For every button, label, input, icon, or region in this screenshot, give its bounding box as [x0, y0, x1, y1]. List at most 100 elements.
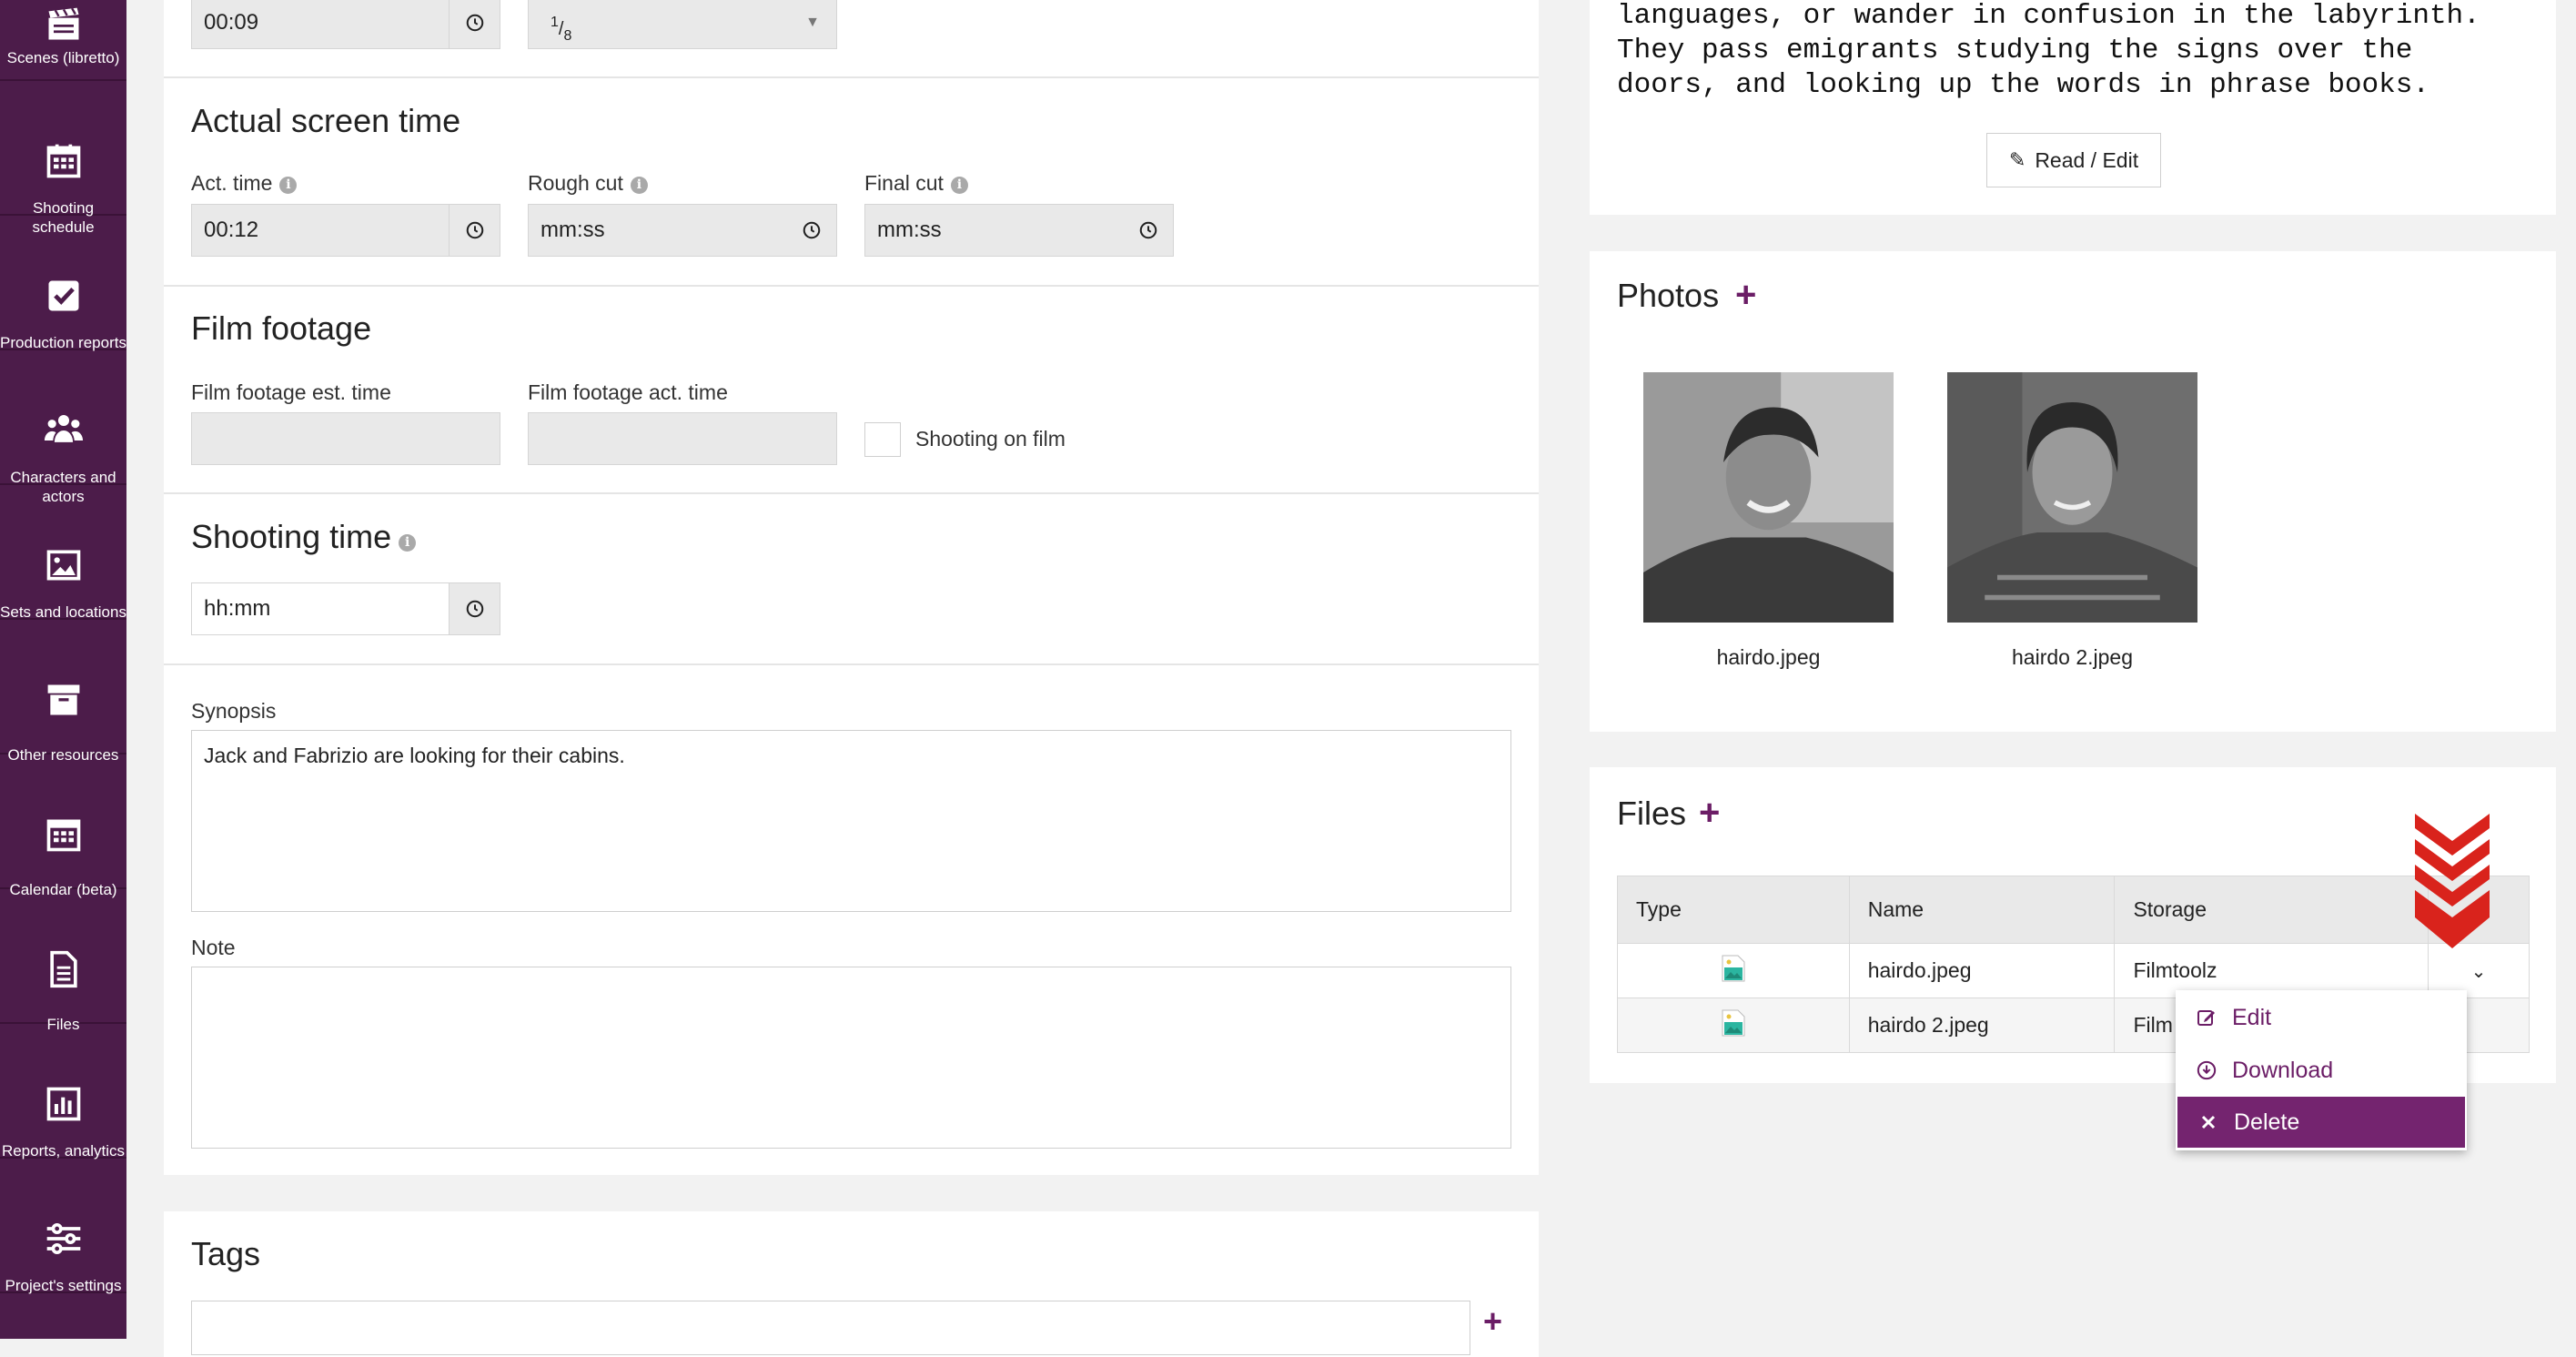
column-header-name[interactable]: Name	[1848, 876, 2116, 944]
rough-cut-input[interactable]: mm:ss	[528, 204, 837, 257]
column-header-storage[interactable]: Storage	[2114, 876, 2430, 944]
synopsis-label: Synopsis	[191, 699, 277, 723]
final-cut-input[interactable]: mm:ss	[864, 204, 1174, 257]
caret-down-icon: ▼	[805, 15, 820, 30]
read-edit-label: Read / Edit	[2035, 147, 2139, 172]
divider	[164, 76, 1539, 78]
archive-box-icon	[44, 680, 84, 720]
clock-icon[interactable]	[1123, 205, 1173, 256]
chevron-down-icon[interactable]: ⌄	[2471, 962, 2487, 982]
act-time-label: Act. time i	[191, 171, 298, 196]
photo-caption: hairdo.jpeg	[1716, 645, 1821, 669]
shooting-time-placeholder: hh:mm	[204, 596, 271, 621]
actual-screen-time-title: Actual screen time	[191, 102, 461, 139]
sidebar-item-label: Sets and locations	[0, 603, 126, 621]
clapperboard-icon	[44, 5, 84, 45]
divider	[164, 492, 1539, 494]
calendar-grid-icon	[44, 141, 84, 181]
film-footage-est-label: Film footage est. time	[191, 380, 391, 404]
menu-item-download[interactable]: Download	[2176, 1045, 2465, 1096]
film-footage-act-input[interactable]	[528, 412, 837, 465]
estimated-time-input[interactable]: 00:09	[191, 0, 500, 49]
sidebar-item-other-resources[interactable]: Other resources	[0, 620, 126, 764]
divider	[164, 663, 1539, 665]
sidebar-item-sets-locations[interactable]: Sets and locations	[0, 485, 126, 621]
photo-thumbnail[interactable]	[1643, 372, 1894, 623]
photo-thumbnail[interactable]	[1947, 372, 2197, 623]
tags-title: Tags	[191, 1235, 261, 1272]
info-icon[interactable]: i	[399, 534, 417, 552]
script-line: languages, or wander in confusion in the…	[1617, 0, 2480, 32]
photos-title: Photos	[1617, 277, 1720, 314]
menu-item-edit[interactable]: Edit	[2176, 992, 2465, 1043]
sidebar-item-scenes[interactable]: Scenes (libretto)	[0, 0, 126, 81]
checkbox-icon	[44, 276, 84, 316]
shooting-time-title: Shooting time i	[191, 518, 417, 556]
film-footage-est-input[interactable]	[191, 412, 500, 465]
menu-item-delete[interactable]: Delete	[2177, 1097, 2465, 1148]
photos-card: Photos + hairdo.jpeg hairdo 2.jpeg	[1590, 251, 2556, 732]
sidebar-item-settings[interactable]: Project's settings	[0, 1159, 126, 1294]
clock-icon[interactable]	[786, 205, 836, 256]
sidebar-item-production-reports[interactable]: Production reports	[0, 216, 126, 351]
sidebar-item-calendar[interactable]: Calendar (beta)	[0, 754, 126, 898]
download-icon	[2196, 1059, 2217, 1081]
act-time-input[interactable]: 00:12	[191, 204, 500, 257]
add-tag-icon[interactable]: +	[1483, 1302, 1502, 1341]
jpeg-file-icon	[1617, 943, 1850, 998]
film-footage-title: Film footage	[191, 309, 372, 347]
sidebar-item-characters[interactable]: Characters and actors	[0, 350, 126, 505]
shooting-time-input[interactable]: hh:mm	[191, 582, 500, 635]
act-time-value: 00:12	[204, 218, 259, 242]
final-cut-placeholder: mm:ss	[877, 218, 942, 242]
tags-input[interactable]	[191, 1301, 1470, 1355]
sliders-icon	[44, 1219, 84, 1259]
info-icon[interactable]: i	[950, 177, 968, 194]
table-header-row: Type Name Storage	[1617, 876, 2530, 944]
script-line: They pass emigrants studying the signs o…	[1617, 35, 2413, 66]
sidebar-item-label: Scenes (libretto)	[6, 49, 120, 66]
arrow-down-annotation-icon	[2413, 806, 2491, 952]
clock-icon[interactable]	[449, 205, 500, 256]
final-cut-label: Final cut i	[864, 171, 968, 196]
jpeg-file-icon	[1617, 997, 1850, 1053]
info-icon[interactable]: i	[279, 177, 298, 194]
fraction-numerator: 1	[551, 15, 559, 30]
bar-chart-icon	[44, 1084, 84, 1124]
calendar-icon	[44, 815, 84, 855]
menu-item-label: Download	[2232, 1057, 2334, 1083]
rough-cut-placeholder: mm:ss	[540, 218, 605, 242]
add-photo-icon[interactable]: +	[1735, 275, 1756, 316]
synopsis-textarea[interactable]: Jack and Fabrizio are looking for their …	[191, 730, 1511, 912]
people-icon	[44, 410, 84, 451]
file-name[interactable]: hairdo.jpeg	[1848, 943, 2116, 998]
script-line: doors, and looking up the words in phras…	[1617, 69, 2430, 101]
sidebar-item-reports[interactable]: Reports, analytics	[0, 1024, 126, 1160]
close-icon	[2197, 1111, 2219, 1133]
files-title: Files	[1617, 795, 1687, 832]
sidebar: Scenes (libretto) Shooting schedule Prod…	[0, 0, 126, 1339]
divider	[164, 285, 1539, 287]
rough-cut-label: Rough cut i	[528, 171, 648, 196]
photo-caption: hairdo 2.jpeg	[2012, 645, 2133, 669]
sidebar-item-files[interactable]: Files	[0, 889, 126, 1033]
scene-details-card: 00:09 1/8 ▼ Actual screen time Act. time…	[164, 0, 1539, 1175]
script-text-card: languages, or wander in confusion in the…	[1590, 0, 2556, 215]
file-name[interactable]: hairdo 2.jpeg	[1848, 997, 2116, 1053]
estimated-time-value: 00:09	[204, 10, 259, 35]
info-icon[interactable]: i	[630, 177, 648, 194]
add-file-icon[interactable]: +	[1699, 793, 1720, 834]
note-textarea[interactable]	[191, 967, 1511, 1149]
film-footage-act-label: Film footage act. time	[528, 380, 728, 404]
sidebar-item-label: Reports, analytics	[1, 1142, 126, 1160]
read-edit-button[interactable]: ✎ Read / Edit	[1986, 133, 2161, 187]
clock-icon[interactable]	[449, 0, 500, 48]
sidebar-item-shooting-schedule[interactable]: Shooting schedule	[0, 81, 126, 236]
pencil-icon: ✎	[2008, 148, 2026, 171]
shooting-on-film-checkbox[interactable]	[864, 422, 901, 457]
sidebar-item-label: Project's settings	[5, 1277, 122, 1294]
clock-icon[interactable]	[449, 583, 500, 634]
column-header-type[interactable]: Type	[1617, 876, 1850, 944]
menu-item-label: Edit	[2232, 1004, 2272, 1030]
page-fraction-select[interactable]: 1/8 ▼	[528, 0, 837, 49]
